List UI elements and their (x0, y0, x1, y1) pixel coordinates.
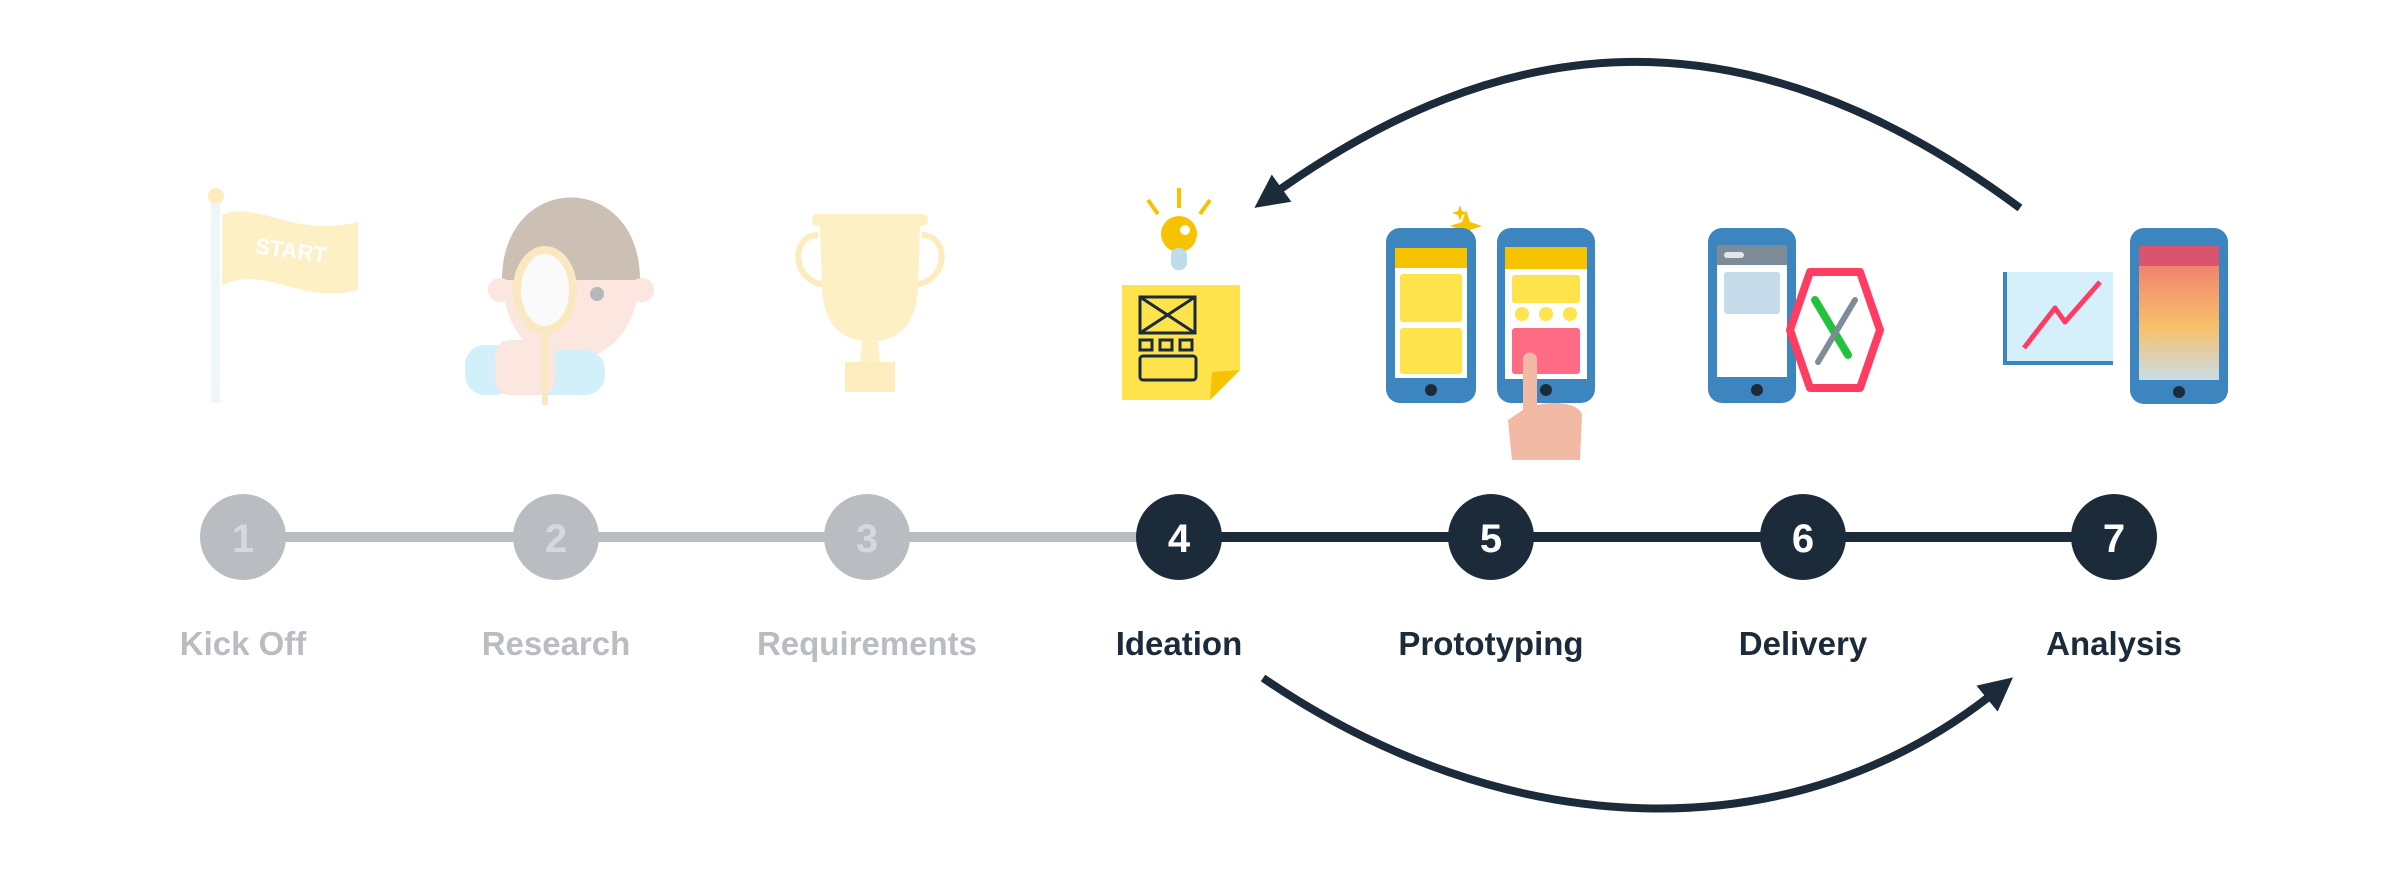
step-3[interactable]: 3 Requirements (757, 494, 977, 662)
step-label: Requirements (757, 625, 977, 662)
loop-arrow-back (1254, 58, 2023, 212)
step-number: 6 (1792, 517, 1814, 561)
step-label: Delivery (1739, 625, 1868, 662)
process-diagram: START 1 Kick Off 2 Research 3 Requiremen… (180, 58, 2228, 813)
step-number: 5 (1480, 517, 1502, 561)
chart-phone-icon (2003, 228, 2228, 404)
step-4[interactable]: 4 Ideation (1116, 494, 1243, 662)
phones-tap-icon (1386, 205, 1595, 460)
step-number: 1 (232, 517, 254, 561)
step-6[interactable]: 6 Delivery (1739, 494, 1868, 662)
start-flag-icon: START (208, 188, 358, 403)
loop-arrow-forward (1260, 674, 2014, 813)
step-number: 2 (545, 517, 567, 561)
step-label: Research (482, 625, 631, 662)
step-label: Ideation (1116, 625, 1243, 662)
step-label: Kick Off (180, 625, 308, 662)
step-2[interactable]: 2 Research (482, 494, 631, 662)
step-7[interactable]: 7 Analysis (2046, 494, 2182, 662)
step-5[interactable]: 5 Prototyping (1398, 494, 1584, 662)
step-label: Prototyping (1398, 625, 1583, 662)
step-number: 7 (2103, 517, 2125, 561)
step-number: 4 (1168, 517, 1191, 561)
researcher-magnifier-icon (465, 197, 654, 405)
step-number: 3 (856, 517, 878, 561)
lightbulb-sticky-note-icon (1122, 188, 1240, 400)
phone-tools-icon (1708, 228, 1884, 403)
step-1[interactable]: 1 Kick Off (180, 494, 308, 662)
trophy-icon (795, 214, 945, 392)
step-label: Analysis (2046, 625, 2182, 662)
